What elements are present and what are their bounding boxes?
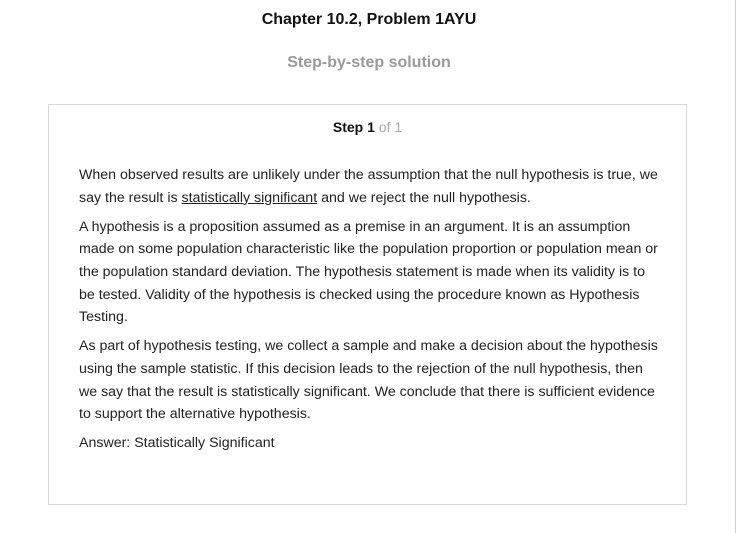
paragraph-definition-end: and we reject the null hypothesis.	[317, 189, 531, 206]
paragraph-testing: As part of hypothesis testing, we collec…	[79, 338, 658, 423]
solution-content: When observed results are unlikely under…	[79, 164, 664, 462]
paragraph-definition: When observed results are unlikely under…	[79, 164, 664, 209]
step-total: of 1	[378, 119, 403, 135]
statistically-significant-link[interactable]: statistically significant	[182, 190, 318, 206]
solution-subtitle: Step-by-step solution	[287, 54, 451, 71]
page-divider	[735, 0, 736, 533]
step-card: Step 1 of 1 When observed results are un…	[48, 104, 687, 505]
answer-text: Answer: Statistically Significant	[79, 435, 275, 452]
paragraph-hypothesis: A hypothesis is a proposition assumed as…	[79, 218, 658, 326]
step-header: Step 1 of 1	[49, 119, 686, 135]
step-label: Step	[332, 119, 364, 135]
step-number: 1	[367, 119, 375, 135]
page-title: Chapter 10.2, Problem 1AYU	[261, 11, 477, 28]
